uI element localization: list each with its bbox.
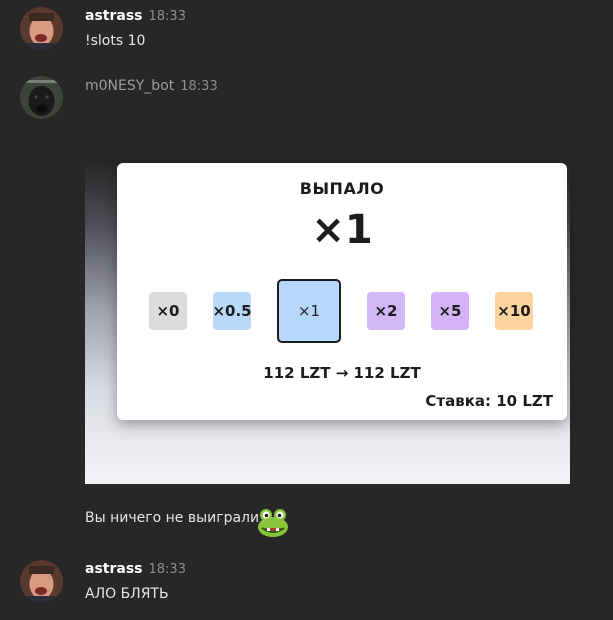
message-text: АЛО БЛЯТЬ — [85, 586, 169, 602]
avatar[interactable] — [20, 560, 63, 603]
multiplier-x5: ×5 — [431, 292, 469, 330]
multiplier-x10: ×10 — [495, 292, 533, 330]
message-author[interactable]: m0NESY_bot 18:33 — [85, 78, 218, 94]
multiplier-x1-selected: ×1 — [277, 279, 341, 343]
slots-result-card[interactable]: ВЫПАЛО ×1 ×0 ×0.5 ×1 ×2 ×5 ×10 112 LZT →… — [117, 163, 567, 420]
bot-result-text: Вы ничего не выиграли — [85, 510, 260, 526]
author-name[interactable]: astrass — [85, 561, 143, 577]
multiplier-x0: ×0 — [149, 292, 187, 330]
message-time: 18:33 — [148, 9, 186, 24]
message-time: 18:33 — [180, 79, 218, 94]
author-name[interactable]: m0NESY_bot — [85, 78, 174, 94]
slots-result: ×1 — [311, 207, 373, 253]
bot-avatar[interactable] — [20, 76, 63, 119]
multiplier-x2: ×2 — [367, 292, 405, 330]
message: astrass 18:33 !slots 10 — [0, 0, 613, 60]
message-time: 18:33 — [148, 562, 186, 577]
avatar[interactable] — [20, 7, 63, 50]
message: astrass 18:33 АЛО БЛЯТЬ — [0, 555, 613, 615]
author-name[interactable]: astrass — [85, 8, 143, 24]
bet-amount: Ставка: 10 LZT — [425, 392, 553, 410]
message-author[interactable]: astrass 18:33 — [85, 561, 186, 577]
balance-change: 112 LZT → 112 LZT — [263, 364, 421, 382]
message-text: !slots 10 — [85, 33, 146, 49]
slots-title: ВЫПАЛО — [299, 179, 385, 198]
message-author[interactable]: astrass 18:33 — [85, 8, 186, 24]
frog-emoji — [256, 504, 290, 542]
multiplier-x0.5: ×0.5 — [212, 292, 252, 330]
